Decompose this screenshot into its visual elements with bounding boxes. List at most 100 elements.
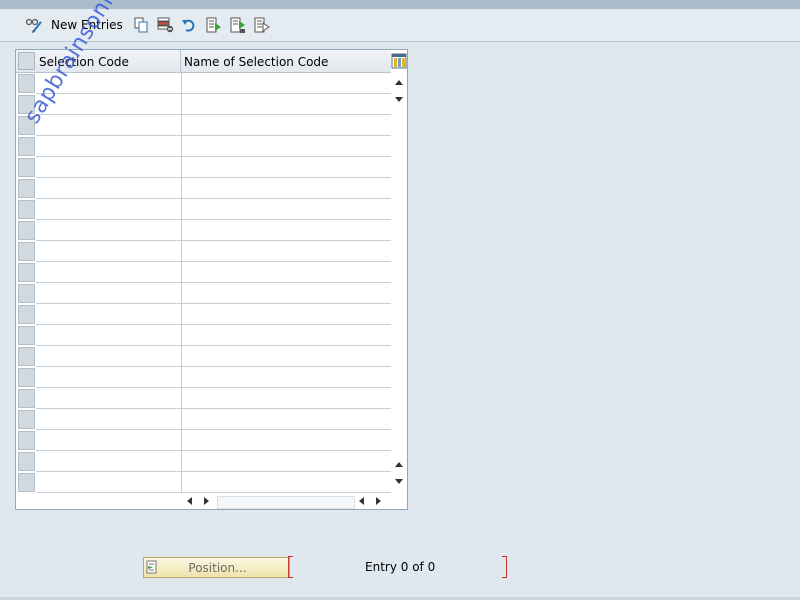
column-header-name-of-selection-code[interactable]: Name of Selection Code <box>181 50 391 72</box>
cell-selection-code[interactable] <box>36 241 182 262</box>
row-selector[interactable] <box>18 179 35 198</box>
cell-name-of-selection-code[interactable] <box>182 241 391 262</box>
delete-icon <box>157 17 174 33</box>
cell-selection-code[interactable] <box>36 283 182 304</box>
scroll-down-button[interactable] <box>391 474 407 488</box>
scroll-left-button[interactable] <box>181 494 197 508</box>
arrow-right-icon <box>204 494 210 508</box>
row-selector[interactable] <box>18 284 35 303</box>
table-row <box>16 157 391 178</box>
row-selector[interactable] <box>18 368 35 387</box>
vertical-scrollbar[interactable] <box>391 72 407 493</box>
scroll-left-end-button[interactable] <box>353 494 369 508</box>
cell-selection-code[interactable] <box>36 220 182 241</box>
horizontal-scroll-track[interactable] <box>217 496 355 509</box>
cell-name-of-selection-code[interactable] <box>182 115 391 136</box>
cell-selection-code[interactable] <box>36 136 182 157</box>
cell-selection-code[interactable] <box>36 178 182 199</box>
table-row <box>16 178 391 199</box>
cell-name-of-selection-code[interactable] <box>182 304 391 325</box>
select-block-icon <box>230 17 246 34</box>
cell-selection-code[interactable] <box>36 367 182 388</box>
scroll-page-up-button[interactable] <box>391 456 407 470</box>
cell-name-of-selection-code[interactable] <box>182 325 391 346</box>
scroll-right-button[interactable] <box>199 494 215 508</box>
row-selector[interactable] <box>18 263 35 282</box>
row-selector[interactable] <box>18 431 35 450</box>
scroll-right-end-button[interactable] <box>371 494 387 508</box>
cell-selection-code[interactable] <box>36 409 182 430</box>
entry-count: Entry 0 of 0 <box>365 560 436 574</box>
table-control-panel: Selection Code Name of Selection Code <box>15 49 408 510</box>
cell-selection-code[interactable] <box>36 262 182 283</box>
cell-name-of-selection-code[interactable] <box>182 346 391 367</box>
cell-name-of-selection-code[interactable] <box>182 367 391 388</box>
arrow-down-icon <box>395 92 403 106</box>
table-row <box>16 94 391 115</box>
cell-selection-code[interactable] <box>36 472 182 493</box>
row-selector[interactable] <box>18 452 35 471</box>
table-settings-button[interactable] <box>391 53 407 69</box>
row-selector[interactable] <box>18 137 35 156</box>
deselect-all-icon <box>254 17 270 34</box>
cell-name-of-selection-code[interactable] <box>182 178 391 199</box>
row-selector[interactable] <box>18 473 35 492</box>
scroll-page-down-button[interactable] <box>391 92 407 106</box>
row-selector[interactable] <box>18 74 35 93</box>
table-row <box>16 325 391 346</box>
cell-name-of-selection-code[interactable] <box>182 472 391 493</box>
cell-selection-code[interactable] <box>36 430 182 451</box>
cell-selection-code[interactable] <box>36 451 182 472</box>
table-settings-icon <box>391 53 407 72</box>
row-selector[interactable] <box>18 242 35 261</box>
select-all-button[interactable] <box>206 15 222 35</box>
arrow-up-icon <box>395 456 403 470</box>
table-row <box>16 304 391 325</box>
position-button[interactable]: Position... <box>143 557 290 578</box>
row-selector[interactable] <box>18 410 35 429</box>
row-selector[interactable] <box>18 221 35 240</box>
cell-selection-code[interactable] <box>36 346 182 367</box>
cell-name-of-selection-code[interactable] <box>182 157 391 178</box>
cell-selection-code[interactable] <box>36 115 182 136</box>
cell-selection-code[interactable] <box>36 199 182 220</box>
select-all-rows-button[interactable] <box>18 52 35 70</box>
table-row <box>16 283 391 304</box>
scroll-up-button[interactable] <box>391 74 407 88</box>
cell-selection-code[interactable] <box>36 304 182 325</box>
row-selector[interactable] <box>18 200 35 219</box>
cell-name-of-selection-code[interactable] <box>182 136 391 157</box>
row-selector[interactable] <box>18 347 35 366</box>
row-selector[interactable] <box>18 389 35 408</box>
cell-name-of-selection-code[interactable] <box>182 262 391 283</box>
cell-name-of-selection-code[interactable] <box>182 430 391 451</box>
row-selector[interactable] <box>18 158 35 177</box>
cell-name-of-selection-code[interactable] <box>182 388 391 409</box>
cell-name-of-selection-code[interactable] <box>182 451 391 472</box>
selection-code-table: Selection Code Name of Selection Code <box>16 50 391 493</box>
arrow-up-icon <box>395 74 403 88</box>
cell-name-of-selection-code[interactable] <box>182 73 391 94</box>
row-selector[interactable] <box>18 326 35 345</box>
table-row <box>16 262 391 283</box>
deselect-all-button[interactable] <box>254 15 270 35</box>
cell-name-of-selection-code[interactable] <box>182 283 391 304</box>
cell-selection-code[interactable] <box>36 157 182 178</box>
table-row <box>16 451 391 472</box>
row-selector[interactable] <box>18 305 35 324</box>
copy-button[interactable] <box>133 15 149 35</box>
select-block-button[interactable] <box>230 15 246 35</box>
cell-selection-code[interactable] <box>36 325 182 346</box>
cell-name-of-selection-code[interactable] <box>182 94 391 115</box>
cell-name-of-selection-code[interactable] <box>182 409 391 430</box>
arrow-down-icon <box>395 474 403 488</box>
delete-button[interactable] <box>157 15 174 35</box>
cell-name-of-selection-code[interactable] <box>182 220 391 241</box>
table-row <box>16 136 391 157</box>
table-row <box>16 409 391 430</box>
cell-selection-code[interactable] <box>36 388 182 409</box>
undo-button[interactable] <box>181 15 197 35</box>
cell-name-of-selection-code[interactable] <box>182 199 391 220</box>
table-row <box>16 241 391 262</box>
table-row <box>16 472 391 493</box>
